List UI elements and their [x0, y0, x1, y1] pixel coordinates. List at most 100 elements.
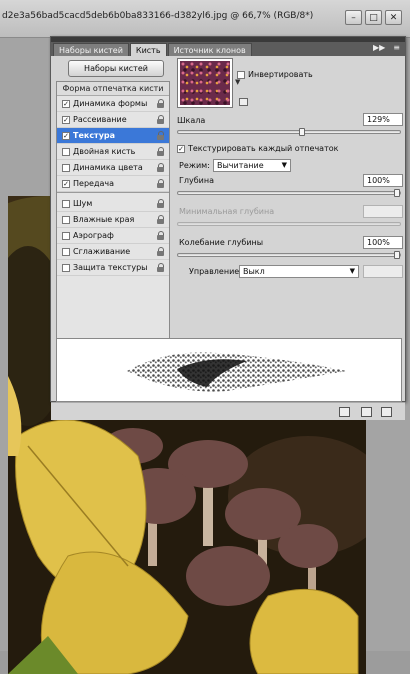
brush-panel: Наборы кистей Кисть Источник клонов ▶▶ ≡… [50, 36, 406, 420]
chevron-down-icon: ▼ [349, 267, 355, 275]
panel-tabs: Наборы кистей Кисть Источник клонов ▶▶ ≡ [51, 42, 405, 56]
depth-slider-knob[interactable] [394, 189, 400, 197]
tab-brush-presets[interactable]: Наборы кистей [53, 43, 129, 56]
invert-checkbox[interactable] [237, 70, 245, 79]
document-title: d2e3a56bad5cacd5deb6b0ba833166-d382yl6.j… [2, 11, 314, 21]
list-item-noise[interactable]: Шум [57, 196, 169, 212]
brush-tip-shape-item[interactable]: Форма отпечатка кисти [57, 82, 169, 96]
lock-icon[interactable] [157, 163, 165, 172]
invert-row: Инвертировать [237, 70, 313, 79]
list-item-label: Передача [73, 179, 114, 188]
panel-body: Наборы кистей Форма отпечатка кисти Дина… [51, 56, 405, 420]
brush-options-column: Наборы кистей Форма отпечатка кисти Дина… [56, 60, 170, 379]
pattern-dropdown-arrow-icon[interactable]: ▼ [235, 78, 240, 86]
mode-label: Режим: [179, 161, 210, 170]
depth-jitter-label: Колебание глубины [179, 238, 264, 247]
list-item-dual-brush[interactable]: Двойная кисть [57, 144, 169, 160]
chevron-down-icon: ▼ [281, 161, 287, 169]
brush-stroke-preview [56, 338, 402, 402]
depth-slider[interactable] [177, 189, 401, 197]
texture-each-tip-checkbox[interactable] [177, 144, 185, 153]
lock-icon[interactable] [157, 231, 165, 240]
list-item-label: Рассеивание [73, 115, 127, 124]
control-value: Выкл [243, 267, 265, 276]
checkbox[interactable] [62, 231, 70, 240]
min-depth-label: Минимальная глубина [179, 207, 275, 216]
texture-each-tip-label: Текстурировать каждый отпечаток [188, 144, 339, 153]
checkbox[interactable] [62, 163, 70, 172]
scale-input[interactable]: 129% [363, 113, 403, 126]
restore-icon[interactable]: □ [365, 10, 382, 25]
tab-clone-source[interactable]: Источник клонов [167, 43, 252, 56]
list-item-label: Влажные края [73, 215, 135, 224]
new-preset-icon[interactable] [239, 98, 248, 106]
texture-pattern-picker[interactable] [177, 58, 233, 108]
lock-icon[interactable] [157, 99, 165, 108]
control-dropdown[interactable]: Выкл ▼ [239, 265, 359, 278]
scale-slider-knob[interactable] [299, 128, 305, 136]
depth-input[interactable]: 100% [363, 174, 403, 187]
brush-presets-button[interactable]: Наборы кистей [68, 60, 164, 77]
create-new-brush-icon[interactable] [381, 407, 392, 417]
lock-icon[interactable] [157, 147, 165, 156]
checkbox[interactable] [62, 115, 70, 124]
min-depth-input [363, 205, 403, 218]
texture-pattern-swatch[interactable] [180, 61, 230, 105]
control-value-box [363, 265, 403, 278]
checkbox[interactable] [62, 147, 70, 156]
list-item-label: Защита текстуры [73, 263, 148, 272]
list-item-label: Текстура [73, 131, 116, 140]
list-item-texture[interactable]: Текстура [57, 128, 169, 144]
list-item-wet-edges[interactable]: Влажные края [57, 212, 169, 228]
brush-options-list: Форма отпечатка кисти Динамика формы Рас… [56, 81, 170, 379]
mode-dropdown[interactable]: Вычитание ▼ [213, 159, 291, 172]
lock-icon[interactable] [157, 199, 165, 208]
new-brush-icon[interactable] [361, 407, 372, 417]
minimize-icon[interactable]: – [345, 10, 362, 25]
lock-icon[interactable] [157, 247, 165, 256]
checkbox[interactable] [62, 215, 70, 224]
depth-jitter-slider[interactable] [177, 251, 401, 259]
close-icon[interactable]: ✕ [385, 10, 402, 25]
invert-label: Инвертировать [248, 70, 313, 79]
checkbox[interactable] [62, 99, 70, 108]
list-item-label: Двойная кисть [73, 147, 136, 156]
list-item-label: Динамика формы [73, 99, 148, 108]
texture-each-tip-row: Текстурировать каждый отпечаток [177, 144, 338, 153]
list-item-label: Шум [73, 199, 93, 208]
checkbox[interactable] [62, 247, 70, 256]
stroke-preview-graphic [127, 352, 347, 392]
list-item-smoothing[interactable]: Сглаживание [57, 244, 169, 260]
scale-label: Шкала [177, 116, 206, 125]
list-item-airbrush[interactable]: Аэрограф [57, 228, 169, 244]
lock-icon[interactable] [157, 179, 165, 188]
min-depth-slider [177, 222, 401, 226]
list-item-transfer[interactable]: Передача [57, 176, 169, 192]
document-title-bar: d2e3a56bad5cacd5deb6b0ba833166-d382yl6.j… [0, 0, 410, 38]
depth-jitter-slider-knob[interactable] [394, 251, 400, 259]
checkbox[interactable] [62, 131, 70, 140]
lock-icon[interactable] [157, 115, 165, 124]
list-item-color-dynamics[interactable]: Динамика цвета [57, 160, 169, 176]
panel-controls: ▶▶ ≡ [373, 43, 400, 52]
list-item-label: Сглаживание [73, 247, 131, 256]
scale-slider[interactable] [177, 128, 401, 136]
list-item-shape-dynamics[interactable]: Динамика формы [57, 96, 169, 112]
panel-menu-icon[interactable]: ≡ [393, 43, 400, 52]
checkbox[interactable] [62, 199, 70, 208]
checkbox[interactable] [62, 179, 70, 188]
list-item-scattering[interactable]: Рассеивание [57, 112, 169, 128]
list-item-protect-texture[interactable]: Защита текстуры [57, 260, 169, 276]
depth-jitter-input[interactable]: 100% [363, 236, 403, 249]
toggle-brush-preview-icon[interactable] [339, 407, 350, 417]
list-item-label: Аэрограф [73, 231, 114, 240]
lock-icon[interactable] [157, 215, 165, 224]
mode-value: Вычитание [217, 161, 264, 170]
checkbox[interactable] [62, 263, 70, 272]
lock-icon[interactable] [157, 263, 165, 272]
tab-brush[interactable]: Кисть [129, 43, 167, 56]
list-item-label: Динамика цвета [73, 163, 143, 172]
collapse-icon[interactable]: ▶▶ [373, 43, 385, 52]
window-controls: – □ ✕ [345, 10, 402, 25]
lock-icon[interactable] [157, 131, 165, 140]
